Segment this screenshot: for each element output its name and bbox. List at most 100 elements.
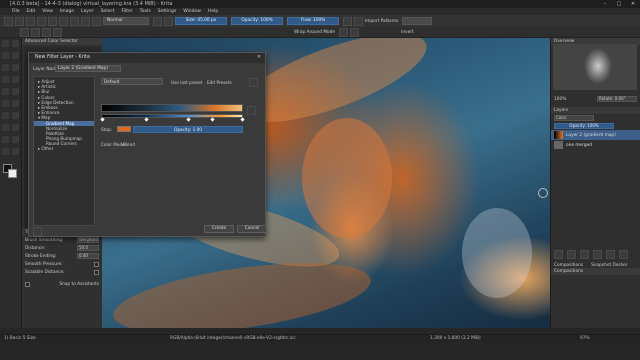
add-layer-icon[interactable] <box>554 250 563 259</box>
overview-zoom[interactable]: 100% <box>554 97 566 102</box>
text-tool-icon[interactable] <box>12 64 19 71</box>
color-mode-value[interactable]: Blend <box>123 142 135 147</box>
polygon-tool-icon[interactable] <box>2 64 9 71</box>
preset-options-icon[interactable] <box>249 78 258 87</box>
gradient-fill-icon[interactable] <box>59 16 68 26</box>
snap-assistants-checkbox[interactable] <box>25 281 30 287</box>
rectangle-tool-icon[interactable] <box>2 52 9 59</box>
move-layer-down-icon[interactable] <box>580 250 589 259</box>
menu-layer[interactable]: Layer <box>81 9 94 14</box>
menu-image[interactable]: Image <box>60 9 74 14</box>
brush-smoothing-select[interactable]: Weighted <box>77 237 99 243</box>
blend-mode-select[interactable]: Normal <box>103 17 149 25</box>
eyedropper-tool-icon[interactable] <box>2 88 9 95</box>
layers-header[interactable]: Layers <box>551 107 640 114</box>
filter-category-item[interactable]: ▸ Other <box>34 146 94 151</box>
select-ellipse-tool-icon[interactable] <box>12 112 19 119</box>
layer-opacity-slider[interactable]: Opacity: 100% <box>554 123 614 129</box>
brush-preset-icon[interactable] <box>81 16 90 26</box>
compositions-header[interactable]: Compositions <box>551 268 640 275</box>
brush-tool-icon[interactable] <box>2 40 9 47</box>
layer-row[interactable]: Layer 2 (gradient map) <box>551 130 640 140</box>
lasso-tool-icon[interactable] <box>2 124 9 131</box>
opacity-slider[interactable]: Opacity: 100% <box>231 17 283 25</box>
menu-view[interactable]: View <box>42 9 53 14</box>
gradient-options-icon[interactable] <box>247 106 256 115</box>
stop-opacity-slider[interactable]: Opacity: 1.00 <box>133 126 243 133</box>
background-color[interactable] <box>8 169 17 178</box>
gradient-stop-handle[interactable] <box>100 117 105 122</box>
menu-help[interactable]: Help <box>208 9 218 14</box>
stop-color-swatch[interactable] <box>117 126 131 132</box>
open-document-icon[interactable] <box>15 16 24 26</box>
menu-file[interactable]: File <box>12 9 20 14</box>
scalable-distance-checkbox[interactable] <box>94 269 99 275</box>
move-icon[interactable] <box>31 27 40 37</box>
brush-settings-icon[interactable] <box>92 16 101 26</box>
pattern-fill-icon[interactable] <box>70 16 79 26</box>
smooth-pressure-checkbox[interactable] <box>94 261 99 267</box>
transform-icon[interactable] <box>42 27 51 37</box>
stroke-ending-input[interactable]: 0.40 <box>77 253 99 259</box>
create-button[interactable]: Create <box>204 225 234 233</box>
redo-icon[interactable] <box>48 16 57 26</box>
gradient-preview[interactable] <box>101 104 243 112</box>
transform-tool-icon[interactable] <box>2 100 9 107</box>
invert-label[interactable]: Invert <box>401 30 414 35</box>
mirror-icon[interactable] <box>339 27 349 37</box>
preset-select[interactable]: Default <box>101 78 163 85</box>
gradient-stop-handle[interactable] <box>186 117 191 122</box>
gradient-stop-handle[interactable] <box>240 117 245 122</box>
import-patterns-label[interactable]: Import Patterns <box>365 19 398 24</box>
gradient-stop-handle[interactable] <box>144 117 149 122</box>
gradient-tool-icon[interactable] <box>12 76 19 83</box>
menu-select[interactable]: Select <box>101 9 115 14</box>
minimize-button[interactable]: – <box>598 0 612 8</box>
menu-window[interactable]: Window <box>183 9 201 14</box>
move-tool-icon[interactable] <box>12 88 19 95</box>
flow-slider[interactable]: Flow: 100% <box>287 17 339 25</box>
distance-input[interactable]: 50.0 <box>77 245 99 251</box>
brush-size-slider[interactable]: Size: 45.00 px <box>175 17 227 25</box>
color-swatches[interactable] <box>3 164 17 178</box>
layer-name-input[interactable]: Layer 2 (Gradient Map) <box>55 65 121 72</box>
magic-wand-tool-icon[interactable] <box>12 124 19 131</box>
gradient-editor-bar[interactable] <box>101 114 243 118</box>
duplicate-layer-icon[interactable] <box>567 250 576 259</box>
layer-row[interactable]: one merged <box>551 140 640 150</box>
undo-icon[interactable] <box>37 16 46 26</box>
eraser-mode-icon[interactable] <box>153 16 162 26</box>
overview-thumbnail[interactable] <box>553 44 637 90</box>
move-layer-up-icon[interactable] <box>593 250 602 259</box>
gradient-stop-handle[interactable] <box>210 117 215 122</box>
cancel-button[interactable]: Cancel <box>237 225 267 233</box>
select-icon[interactable] <box>20 27 29 37</box>
overview-rotation[interactable]: Rotate: 0.00° <box>597 96 637 102</box>
tab-snapshot-docker[interactable]: Snapshot Docker <box>591 263 628 268</box>
measure-tool-icon[interactable] <box>12 148 19 155</box>
assistant-tool-icon[interactable] <box>2 148 9 155</box>
menu-filter[interactable]: Filter <box>121 9 132 14</box>
menu-tools[interactable]: Tools <box>140 9 151 14</box>
fill-tool-icon[interactable] <box>2 76 9 83</box>
lock-icon[interactable] <box>350 27 360 37</box>
pan-tool-icon[interactable] <box>12 136 19 143</box>
select-rect-tool-icon[interactable] <box>2 112 9 119</box>
line-tool-icon[interactable] <box>12 40 19 47</box>
delete-layer-icon[interactable] <box>619 250 628 259</box>
mirror-horizontal-icon[interactable] <box>343 16 352 26</box>
layer-properties-icon[interactable] <box>606 250 615 259</box>
pattern-field[interactable] <box>402 17 433 25</box>
wrap-around-label[interactable]: Wrap Around Mode <box>294 30 335 35</box>
use-last-preset-label[interactable]: Use last preset <box>171 80 202 85</box>
mirror-vertical-icon[interactable] <box>354 16 363 26</box>
maximize-button[interactable]: □ <box>612 0 626 8</box>
ellipse-tool-icon[interactable] <box>12 52 19 59</box>
menu-settings[interactable]: Settings <box>158 9 176 14</box>
crop-icon[interactable] <box>53 27 62 37</box>
new-document-icon[interactable] <box>4 16 13 26</box>
close-window-button[interactable]: ✕ <box>626 0 640 8</box>
layer-blend-select[interactable]: Color <box>554 115 594 121</box>
status-zoom[interactable]: 97% <box>580 336 590 341</box>
zoom-tool-icon[interactable] <box>2 136 9 143</box>
